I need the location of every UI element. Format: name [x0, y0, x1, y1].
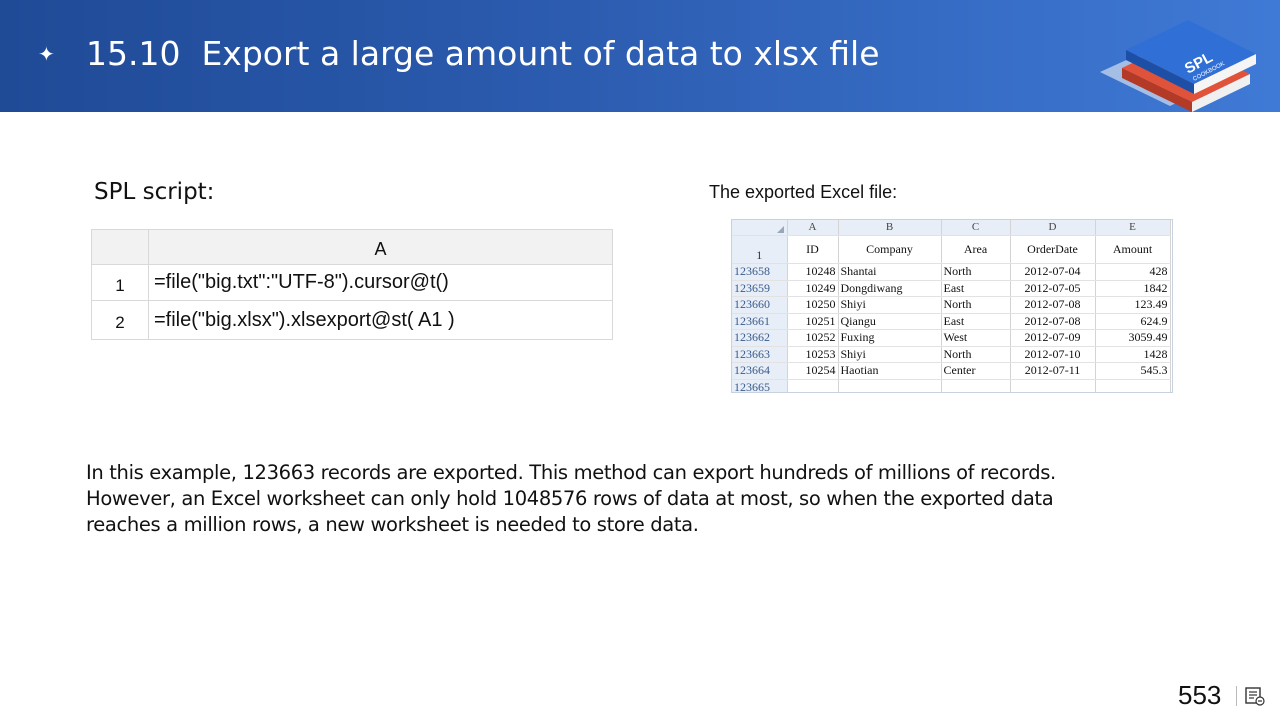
excel-cell: 2012-07-09: [1010, 329, 1096, 347]
excel-header-cell: Area: [941, 235, 1011, 264]
excel-col-letter: E: [1095, 220, 1171, 236]
excel-cell: Dongdiwang: [838, 280, 942, 297]
excel-cell: [1095, 379, 1171, 392]
excel-col-letter: D: [1010, 220, 1096, 236]
excel-cell: 2012-07-05: [1010, 280, 1096, 297]
spl-script-grid: A 1 =file("big.txt":"UTF-8").cursor@t() …: [91, 229, 613, 340]
excel-row: 123659 10249 Dongdiwang East 2012-07-05 1842: [732, 280, 1171, 297]
excel-cell: 10254: [787, 362, 839, 380]
excel-cell: 2012-07-08: [1010, 313, 1096, 330]
excel-row-number: 123659: [732, 280, 788, 297]
grid-column-header: A: [148, 229, 613, 265]
excel-cell: Fuxing: [838, 329, 942, 347]
excel-corner: [732, 220, 788, 236]
excel-cell: Qiangu: [838, 313, 942, 330]
excel-cell: 123.49: [1095, 296, 1171, 314]
excel-cell: 2012-07-04: [1010, 263, 1096, 281]
excel-cell: 2012-07-11: [1010, 362, 1096, 380]
excel-cell: [838, 379, 942, 392]
excel-cell: 428: [1095, 263, 1171, 281]
excel-row-number: 123663: [732, 346, 788, 363]
excel-col-letter: A: [787, 220, 839, 236]
excel-cell: 10248: [787, 263, 839, 281]
paragraph-line: In this example, 123663 records are expo…: [86, 461, 1056, 484]
excel-cell: North: [941, 346, 1011, 363]
excel-cell: 1428: [1095, 346, 1171, 363]
slide-title: 15.10 Export a large amount of data to x…: [86, 34, 880, 73]
excel-row: 123663 10253 Shiyi North 2012-07-10 1428: [732, 346, 1171, 363]
grid-row-number: 1: [91, 264, 149, 301]
spl-script-label: SPL script:: [94, 179, 215, 205]
page-number: 553: [1178, 680, 1222, 710]
excel-row: 123658 10248 Shantai North 2012-07-04 428: [732, 263, 1171, 281]
excel-header-cell: ID: [787, 235, 839, 264]
excel-row: 123664 10254 Haotian Center 2012-07-11 545.3: [732, 362, 1171, 380]
excel-cell: [941, 379, 1011, 392]
excel-row-number: 123662: [732, 329, 788, 347]
excel-screenshot: A B C D E 1 ID Company Area OrderDate Am…: [731, 219, 1173, 393]
excel-cell: 3059.49: [1095, 329, 1171, 347]
excel-cell: 10252: [787, 329, 839, 347]
excel-header-cell: OrderDate: [1010, 235, 1096, 264]
excel-cell: 624.9: [1095, 313, 1171, 330]
notes-icon[interactable]: [1244, 686, 1266, 706]
excel-cell: Shiyi: [838, 296, 942, 314]
excel-col-letter: B: [838, 220, 942, 236]
excel-cell: [787, 379, 839, 392]
excel-cell: 2012-07-08: [1010, 296, 1096, 314]
excel-cell: 545.3: [1095, 362, 1171, 380]
excel-cell: [1010, 379, 1096, 392]
excel-row-number: 123658: [732, 263, 788, 281]
excel-cell: 10249: [787, 280, 839, 297]
excel-cell: Shantai: [838, 263, 942, 281]
excel-cell: 10251: [787, 313, 839, 330]
excel-row-number: 123665: [732, 379, 788, 392]
excel-cell: 10253: [787, 346, 839, 363]
excel-row: 123661 10251 Qiangu East 2012-07-08 624.9: [732, 313, 1171, 330]
footer-divider: [1236, 686, 1237, 706]
paragraph-line: reaches a million rows, a new worksheet …: [86, 513, 699, 536]
excel-row: 123660 10250 Shiyi North 2012-07-08 123.49: [732, 296, 1171, 314]
explanation-paragraph: In this example, 123663 records are expo…: [86, 460, 1196, 538]
excel-cell: 2012-07-10: [1010, 346, 1096, 363]
excel-cell: 10250: [787, 296, 839, 314]
grid-row-number: 2: [91, 300, 149, 340]
excel-cell: East: [941, 313, 1011, 330]
excel-row: 123662 10252 Fuxing West 2012-07-09 3059.49: [732, 329, 1171, 347]
excel-file-label: The exported Excel file:: [709, 182, 898, 202]
excel-row: 123665: [732, 379, 1171, 392]
excel-cell: North: [941, 263, 1011, 281]
star-bullet-icon: ✦: [38, 42, 55, 66]
excel-cell: Center: [941, 362, 1011, 380]
excel-col-letter: C: [941, 220, 1011, 236]
excel-cell: East: [941, 280, 1011, 297]
excel-row-number: 123664: [732, 362, 788, 380]
grid-corner-cell: [91, 229, 149, 265]
excel-cell: Shiyi: [838, 346, 942, 363]
paragraph-line: However, an Excel worksheet can only hol…: [86, 487, 1054, 510]
excel-row-number: 1: [732, 235, 788, 264]
excel-row-number: 123660: [732, 296, 788, 314]
excel-header-cell: Company: [838, 235, 942, 264]
excel-row-number: 123661: [732, 313, 788, 330]
excel-cell: 1842: [1095, 280, 1171, 297]
grid-cell-a1: =file("big.txt":"UTF-8").cursor@t(): [148, 264, 613, 301]
excel-cell: Haotian: [838, 362, 942, 380]
spl-cookbook-logo: SPL COOKBOOK: [1100, 20, 1256, 112]
grid-cell-a2: =file("big.xlsx").xlsexport@st( A1 ): [148, 300, 613, 340]
excel-cell: North: [941, 296, 1011, 314]
excel-cell: West: [941, 329, 1011, 347]
excel-header-cell: Amount: [1095, 235, 1171, 264]
title-banner: ✦ 15.10 Export a large amount of data to…: [0, 0, 1280, 112]
